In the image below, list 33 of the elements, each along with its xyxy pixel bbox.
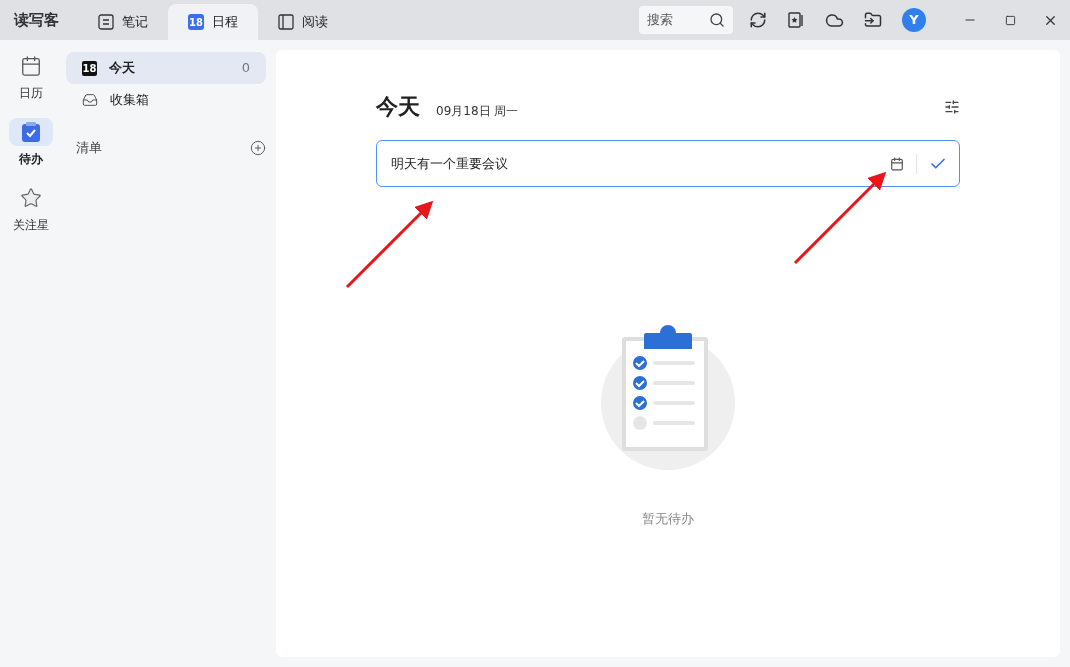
task-text[interactable]: 明天有一个重要会议: [391, 153, 890, 174]
rail-item[interactable]: 日历: [9, 52, 53, 102]
search-placeholder: 搜索: [647, 11, 673, 30]
star-icon: [20, 187, 42, 209]
search-icon: [709, 12, 725, 28]
page-title: 今天: [376, 93, 420, 121]
empty-state-text: 暂无待办: [642, 510, 694, 528]
tab[interactable]: 笔记: [78, 4, 168, 40]
search-field[interactable]: 搜索: [639, 6, 733, 34]
app-name: 读写客: [12, 9, 60, 31]
note-icon: [98, 14, 114, 30]
date-picker-icon[interactable]: [890, 156, 904, 171]
sync-icon[interactable]: [749, 11, 767, 29]
tab[interactable]: 18 日程: [168, 4, 258, 40]
task-input[interactable]: 明天有一个重要会议: [376, 140, 960, 187]
inbox-icon: [82, 92, 98, 108]
book-icon: [278, 14, 294, 30]
clipboard-check-icon: [21, 121, 41, 143]
maximize-icon[interactable]: [1004, 14, 1016, 26]
section-label: 清单: [76, 139, 102, 157]
add-list-icon[interactable]: [250, 139, 266, 156]
date-label: 09月18日 周一: [436, 103, 519, 120]
tab[interactable]: 阅读: [258, 4, 348, 40]
calendar-date-icon: 18: [82, 60, 97, 76]
list-item[interactable]: 18 今天 0: [66, 52, 266, 84]
starred-note-icon[interactable]: [787, 11, 805, 29]
settings-icon[interactable]: [944, 98, 960, 115]
folder-import-icon[interactable]: [864, 11, 882, 29]
list-item[interactable]: 收集箱: [66, 84, 266, 116]
rail-item[interactable]: 关注星: [9, 184, 53, 234]
calendar-icon: [20, 55, 42, 77]
calendar-date-icon: 18: [188, 14, 204, 30]
avatar[interactable]: Y: [902, 8, 926, 32]
